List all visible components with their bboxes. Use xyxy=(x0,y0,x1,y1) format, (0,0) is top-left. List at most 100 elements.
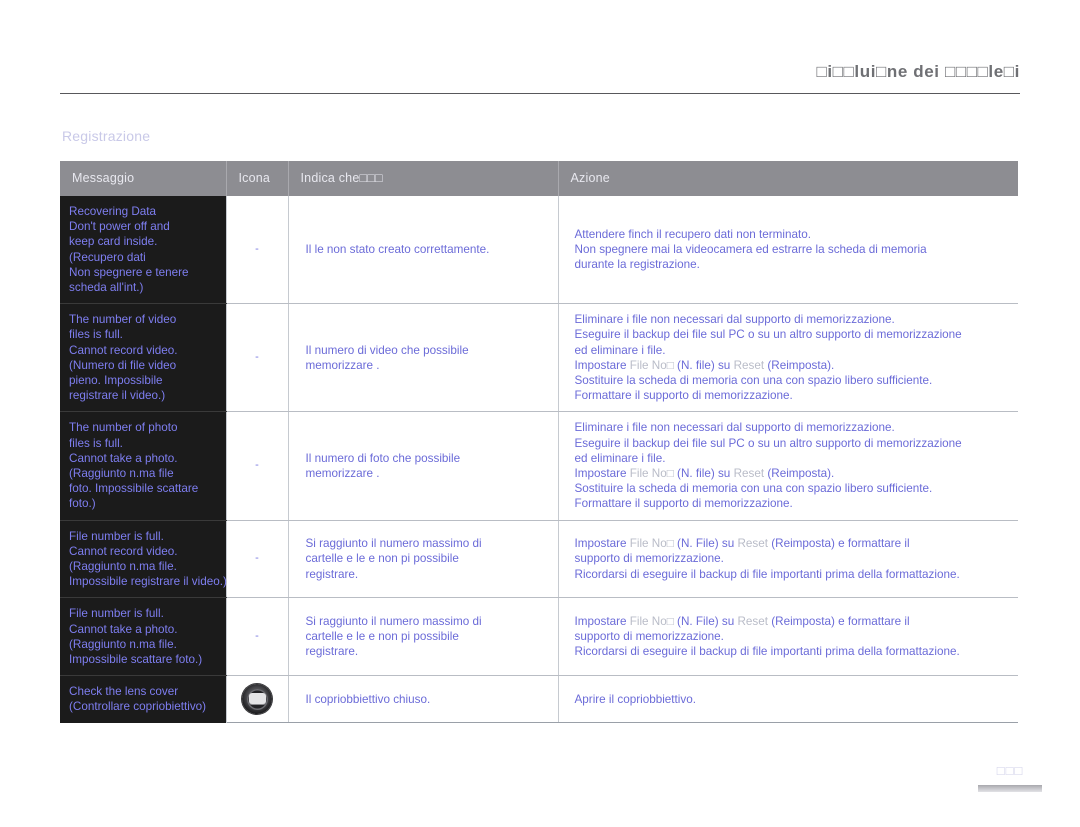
description-line: Si raggiunto il numero massimo di xyxy=(305,537,482,551)
menu-term-file-no: File No□ xyxy=(629,467,674,481)
menu-term-reset: Reset xyxy=(737,537,768,551)
dash-icon: - xyxy=(255,458,259,471)
message-line: Recovering Data xyxy=(69,205,157,218)
message-line: (Raggiunto n.ma file xyxy=(69,467,174,481)
action-text-suffix: (Reimposta). xyxy=(764,467,835,481)
column-header-messaggio: Messaggio xyxy=(60,161,227,196)
dash-icon: - xyxy=(255,350,259,363)
icon-cell: - xyxy=(226,520,289,599)
message-line: (Raggiunto n.ma file. xyxy=(69,637,177,651)
message-line: pieno. Impossibile xyxy=(69,374,163,388)
icon-cell: - xyxy=(226,597,289,677)
action-line: Formattare il supporto di memorizzazione… xyxy=(574,497,793,511)
message-line: Check the lens cover xyxy=(69,685,179,699)
action-text-prefix: Impostare xyxy=(574,467,630,481)
action-text-mid: (N. File) su xyxy=(673,615,738,629)
table-body: Recovering Data Don't power off and keep c… xyxy=(60,196,1018,724)
message-line: scheda all'int.) xyxy=(69,281,144,295)
action-line: Ricordarsi di eseguire il backup di file… xyxy=(574,645,960,659)
column-header-icona: Icona xyxy=(226,161,289,196)
action-text-mid: (N. File) su xyxy=(673,537,738,551)
message-cell: Check the lens cover (Controllare copriob… xyxy=(60,675,227,723)
action-line-with-menu-terms: Impostare File No□ (N. file) su Reset (R… xyxy=(575,466,1009,481)
message-line: (Controllare copriobiettivo) xyxy=(69,700,207,714)
messages-table: Messaggio Icona Indica che□□□ Azione Rec… xyxy=(60,161,1018,724)
message-line: files is full. xyxy=(69,328,123,342)
page-header: □i□□lui□ne dei □□□□le□i xyxy=(60,62,1020,108)
message-line: Impossibile registrare il video.) xyxy=(69,575,227,589)
page-root: □i□□lui□ne dei □□□□le□i Registrazione Me… xyxy=(0,0,1080,827)
table-row: Check the lens cover (Controllare copriob… xyxy=(60,675,1018,724)
column-header-indica-che: Indica che□□□ xyxy=(288,161,559,196)
action-text-prefix: Impostare xyxy=(574,358,630,372)
menu-term-reset: Reset xyxy=(737,615,768,629)
description-line: registrare. xyxy=(305,567,359,581)
action-line: Eliminare i file non necessari dal suppo… xyxy=(574,313,895,327)
action-cell: Impostare File No□ (N. File) su Reset (R… xyxy=(558,520,1018,599)
action-line: durante la registrazione. xyxy=(574,258,700,272)
icon-cell: - xyxy=(226,303,289,413)
menu-term-file-no: File No□ xyxy=(629,358,674,372)
description-line: Si raggiunto il numero massimo di xyxy=(305,615,482,629)
message-line: registrare il video.) xyxy=(69,389,166,403)
action-line: Eseguire il backup dei file sul PC o su … xyxy=(574,436,962,450)
message-line: Cannot take a photo. xyxy=(69,451,178,465)
action-text-prefix: Impostare xyxy=(574,615,630,629)
lens-cover-icon xyxy=(242,684,272,715)
action-line: supporto di memorizzazione. xyxy=(574,552,724,566)
column-header-azione: Azione xyxy=(558,161,1018,196)
message-line: The number of photo xyxy=(69,421,178,435)
description-line: cartelle e le e non pi possibile xyxy=(305,552,459,566)
message-line: Cannot take a photo. xyxy=(69,622,178,636)
description-cell: Si raggiunto il numero massimo di cartell… xyxy=(288,597,559,677)
message-line: (Raggiunto n.ma file. xyxy=(69,560,177,574)
table-row: File number is full. Cannot record video.… xyxy=(60,520,1018,599)
table-header-row: Messaggio Icona Indica che□□□ Azione xyxy=(60,161,1018,196)
header-divider xyxy=(60,93,1020,94)
menu-term-reset: Reset xyxy=(733,467,765,481)
description-cell: Il le non stato creato correttamente. xyxy=(288,196,559,305)
dash-icon: - xyxy=(255,629,259,642)
description-line: Il numero di video che possibile xyxy=(305,343,469,357)
action-line: Sostituire la scheda di memoria con una … xyxy=(574,374,933,388)
menu-term-file-no: File No□ xyxy=(629,615,674,629)
message-cell: File number is full. Cannot record video.… xyxy=(60,520,227,599)
page-number: □□□ xyxy=(996,763,1024,778)
table-row: File number is full. Cannot take a photo.… xyxy=(60,597,1018,677)
action-text-mid: (N. file) su xyxy=(673,467,734,481)
menu-term-reset: Reset xyxy=(733,358,765,372)
description-cell: Si raggiunto il numero massimo di cartell… xyxy=(288,520,559,599)
action-line: ed eliminare i file. xyxy=(574,343,666,357)
description-line: Il le non stato creato correttamente. xyxy=(305,243,490,256)
icon-cell xyxy=(226,675,289,724)
message-line: The number of video xyxy=(69,313,177,327)
description-line: memorizzare . xyxy=(305,467,380,481)
message-line: files is full. xyxy=(69,436,123,450)
message-line: Cannot record video. xyxy=(69,544,178,558)
action-line: Eliminare i file non necessari dal suppo… xyxy=(574,421,895,435)
description-line: memorizzare . xyxy=(305,358,380,372)
description-line: Il copriobbiettivo chiuso. xyxy=(305,692,431,706)
description-line: Il numero di foto che possibile xyxy=(305,451,461,465)
message-line: Non spegnere e tenere xyxy=(69,265,189,279)
action-line: Formattare il supporto di memorizzazione… xyxy=(574,389,793,403)
action-line: supporto di memorizzazione. xyxy=(574,630,724,644)
message-line: File number is full. xyxy=(69,529,164,543)
message-cell: File number is full. Cannot take a photo.… xyxy=(60,597,227,677)
dash-icon: - xyxy=(255,242,259,255)
action-line: Ricordarsi di eseguire il backup di file… xyxy=(574,567,960,581)
section-title: Registrazione xyxy=(62,128,151,144)
icon-cell: - xyxy=(226,411,289,521)
message-line: (Recupero dati xyxy=(69,250,146,264)
action-text-suffix: (Reimposta) e formattare il xyxy=(768,537,910,551)
description-line: cartelle e le e non pi possibile xyxy=(305,630,459,644)
page-footer: □□□ xyxy=(978,764,1042,792)
action-line-with-menu-terms: Impostare File No□ (N. File) su Reset (R… xyxy=(575,536,1009,551)
table-row: Recovering Data Don't power off and keep c… xyxy=(60,196,1018,305)
description-cell: Il copriobbiettivo chiuso. xyxy=(288,675,559,724)
page-title: □i□□lui□ne dei □□□□le□i xyxy=(816,62,1020,81)
action-line: Attendere finch il recupero dati non ter… xyxy=(574,227,811,241)
dash-icon: - xyxy=(255,551,259,564)
message-line: Impossibile scattare foto.) xyxy=(69,653,203,667)
table-header: Messaggio Icona Indica che□□□ Azione xyxy=(60,161,1018,196)
